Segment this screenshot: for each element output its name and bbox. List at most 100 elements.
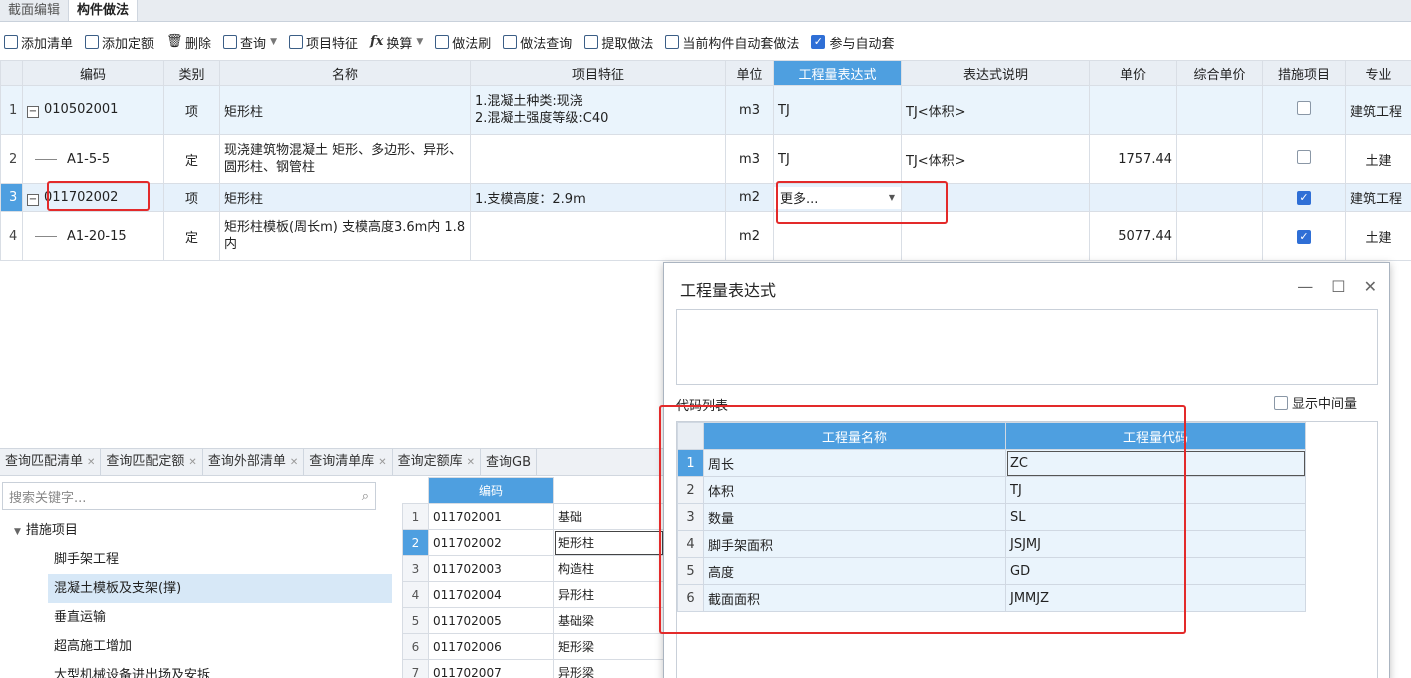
table-row[interactable]: 3 011702003 构造柱 [402, 555, 664, 582]
minimize-icon[interactable]: — [1297, 277, 1313, 296]
auto-apply-button[interactable]: 当前构件自动套做法 [665, 33, 799, 52]
table-row[interactable]: 3 −011702002 项 矩形柱 1.支模高度：2.9m m2 更多... ▼… [0, 183, 1411, 212]
header-code[interactable]: 编码 [428, 477, 554, 504]
method-brush-button[interactable]: 做法刷 [435, 33, 491, 52]
add-list-icon [4, 35, 18, 49]
header-price[interactable]: 单价 [1089, 60, 1177, 86]
tab-query-match-quota[interactable]: 查询匹配定额 ✕ [101, 449, 203, 475]
collapse-icon[interactable]: − [27, 193, 39, 206]
tree-node[interactable]: 大型机械设备进出场及安拆 [0, 661, 395, 678]
code-list-panel: 工程量名称 工程量代码 1 周长 ZC 2 体积 TJ 3 数量 SL 4 脚手架面积 JSJM… [676, 421, 1378, 678]
tab-component-method[interactable]: 构件做法 [69, 0, 139, 21]
header-feature[interactable]: 项目特征 [470, 60, 726, 86]
table-row[interactable]: 3 数量 SL [677, 503, 1306, 531]
tree-node[interactable]: 脚手架工程 [0, 545, 395, 574]
close-icon[interactable]: ✕ [1364, 277, 1377, 296]
table-row[interactable]: 4 脚手架面积 JSJMJ [677, 530, 1306, 558]
table-row[interactable]: 2 A1-5-5 定 现浇建筑物混凝土 矩形、多边形、异形、圆形柱、钢管柱 m3… [0, 134, 1411, 184]
close-icon[interactable]: ✕ [467, 457, 475, 468]
table-row[interactable]: 2 011702002 矩形柱 [402, 529, 664, 556]
chevron-down-icon[interactable]: ▼ [889, 193, 895, 202]
header-expression[interactable]: 工程量表达式 [773, 60, 902, 86]
table-row[interactable]: 4 011702004 异形柱 [402, 581, 664, 608]
method-query-button[interactable]: 做法查询 [503, 33, 572, 52]
quantity-code-table: 工程量名称 工程量代码 1 周长 ZC 2 体积 TJ 3 数量 SL 4 脚手架面积 JSJM… [677, 422, 1306, 612]
checkbox-checked-icon[interactable]: ✓ [1297, 191, 1311, 205]
search-input[interactable]: 搜索关键字... ⌕ [2, 482, 376, 510]
extract-icon [584, 35, 599, 49]
expression-dropdown[interactable]: 更多... ▼ [774, 186, 901, 209]
add-list-button[interactable]: 添加清单 [4, 33, 73, 52]
participate-auto-toggle[interactable]: ✓ 参与自动套 [811, 33, 895, 52]
header-type[interactable]: 类别 [163, 60, 220, 86]
top-tab-strip: 截面编辑 构件做法 [0, 0, 1411, 22]
chevron-down-icon: ▼ [416, 37, 424, 47]
header-name[interactable]: 名称 [219, 60, 471, 86]
toolbar: 添加清单 添加定额 🗑 删除 查询 ▼ 项目特征 fx 换算 ▼ 做法刷 做法查询 提取… [0, 27, 1411, 57]
checkbox-icon[interactable] [1273, 395, 1288, 410]
header-code[interactable]: 编码 [22, 60, 164, 86]
list-code-table: 编码 1 011702001 基础 2 011702002 矩形柱 3 011702003… [402, 477, 664, 678]
header-quantity-name[interactable]: 工程量名称 [703, 422, 1006, 450]
close-icon[interactable]: ✕ [290, 457, 298, 468]
checkbox-icon[interactable] [1297, 101, 1311, 115]
code-list-label: 代码列表 [676, 399, 729, 414]
table-row[interactable]: 6 011702006 矩形梁 [402, 633, 664, 660]
item-feature-button[interactable]: 项目特征 [288, 33, 358, 52]
close-icon[interactable]: ✕ [188, 457, 196, 468]
show-intermediate-toggle[interactable]: 显示中间量 [1273, 393, 1357, 412]
tree-node-root[interactable]: ▼ 措施项目 [0, 516, 395, 545]
checkbox-icon[interactable] [1297, 150, 1311, 164]
convert-button[interactable]: fx 换算 ▼ [370, 33, 423, 52]
tree-node[interactable]: 超高施工增加 [0, 632, 395, 661]
triangle-down-icon[interactable]: ▼ [14, 527, 21, 537]
table-row[interactable]: 5 高度 GD [677, 557, 1306, 585]
collapse-icon[interactable]: − [27, 106, 39, 118]
checkbox-checked-icon[interactable]: ✓ [811, 35, 826, 49]
tab-query-list-library[interactable]: 查询清单库 ✕ [304, 449, 393, 475]
grid-header-row: 编码 类别 名称 项目特征 单位 工程量表达式 表达式说明 单价 综合单价 措施… [0, 60, 1411, 86]
close-icon[interactable]: ✕ [87, 457, 95, 468]
tab-query-match-list[interactable]: 查询匹配清单 ✕ [0, 449, 102, 475]
query-button[interactable]: 查询 ▼ [223, 33, 277, 52]
feature-cell[interactable]: 1.混凝土种类:现浇 2.混凝土强度等级:C40 [470, 85, 726, 135]
table-row[interactable]: 1 −010502001 项 矩形柱 1.混凝土种类:现浇 2.混凝土强度等级:C… [0, 85, 1411, 135]
method-query-icon [503, 35, 518, 49]
delete-button[interactable]: 🗑 删除 [166, 33, 211, 52]
header-quantity-code[interactable]: 工程量代码 [1005, 422, 1306, 450]
category-tree: ▼ 措施项目 脚手架工程 混凝土模板及支架(撑) 垂直运输 超高施工增加 大型机械… [0, 516, 395, 678]
tab-query-external-list[interactable]: 查询外部清单 ✕ [203, 449, 305, 475]
extract-method-button[interactable]: 提取做法 [584, 33, 653, 52]
tab-query-gb[interactable]: 查询GB [481, 449, 538, 475]
table-row[interactable]: 1 011702001 基础 [402, 503, 664, 530]
table-row[interactable]: 4 A1-20-15 定 矩形柱模板(周长m) 支模高度3.6m内 1.8内 m… [0, 211, 1411, 261]
table-row[interactable]: 5 011702005 基础梁 [402, 607, 664, 634]
expression-textarea[interactable] [676, 309, 1378, 385]
header-major[interactable]: 专业 [1345, 60, 1411, 86]
chevron-down-icon: ▼ [270, 37, 277, 47]
tree-node[interactable]: 垂直运输 [0, 603, 395, 632]
header-unit[interactable]: 单位 [725, 60, 774, 86]
item-feature-icon [288, 35, 303, 49]
query-tab-strip: 查询匹配清单 ✕ 查询匹配定额 ✕ 查询外部清单 ✕ 查询清单库 ✕ 查询定额库 ✕ 查询… [0, 448, 665, 476]
maximize-icon[interactable]: ☐ [1331, 277, 1345, 296]
header-expression-desc[interactable]: 表达式说明 [901, 60, 1090, 86]
header-measure[interactable]: 措施项目 [1262, 60, 1346, 86]
checkbox-checked-icon[interactable]: ✓ [1297, 229, 1311, 244]
fx-icon: fx [370, 34, 384, 49]
brush-icon [435, 35, 450, 49]
table-row[interactable]: 6 截面面积 JMMJZ [677, 584, 1306, 612]
quantity-expression-dialog: 工程量表达式 — ☐ ✕ 代码列表 显示中间量 工程量名称 工程量代码 1 周长 Z… [663, 262, 1390, 678]
tab-section-edit[interactable]: 截面编辑 [0, 0, 70, 21]
add-quota-button[interactable]: 添加定额 [85, 33, 154, 52]
tree-node-selected[interactable]: 混凝土模板及支架(撑) [48, 574, 392, 603]
table-row[interactable]: 2 体积 TJ [677, 476, 1306, 504]
table-row[interactable]: 7 011702007 异形梁 [402, 659, 664, 678]
auto-apply-icon [665, 35, 680, 49]
table-row[interactable]: 1 周长 ZC [677, 449, 1306, 477]
search-icon[interactable]: ⌕ [362, 489, 369, 504]
header-total-price[interactable]: 综合单价 [1176, 60, 1263, 86]
window-controls: — ☐ ✕ [1297, 277, 1377, 296]
close-icon[interactable]: ✕ [378, 457, 386, 468]
tab-query-quota-library[interactable]: 查询定额库 ✕ [393, 449, 482, 475]
